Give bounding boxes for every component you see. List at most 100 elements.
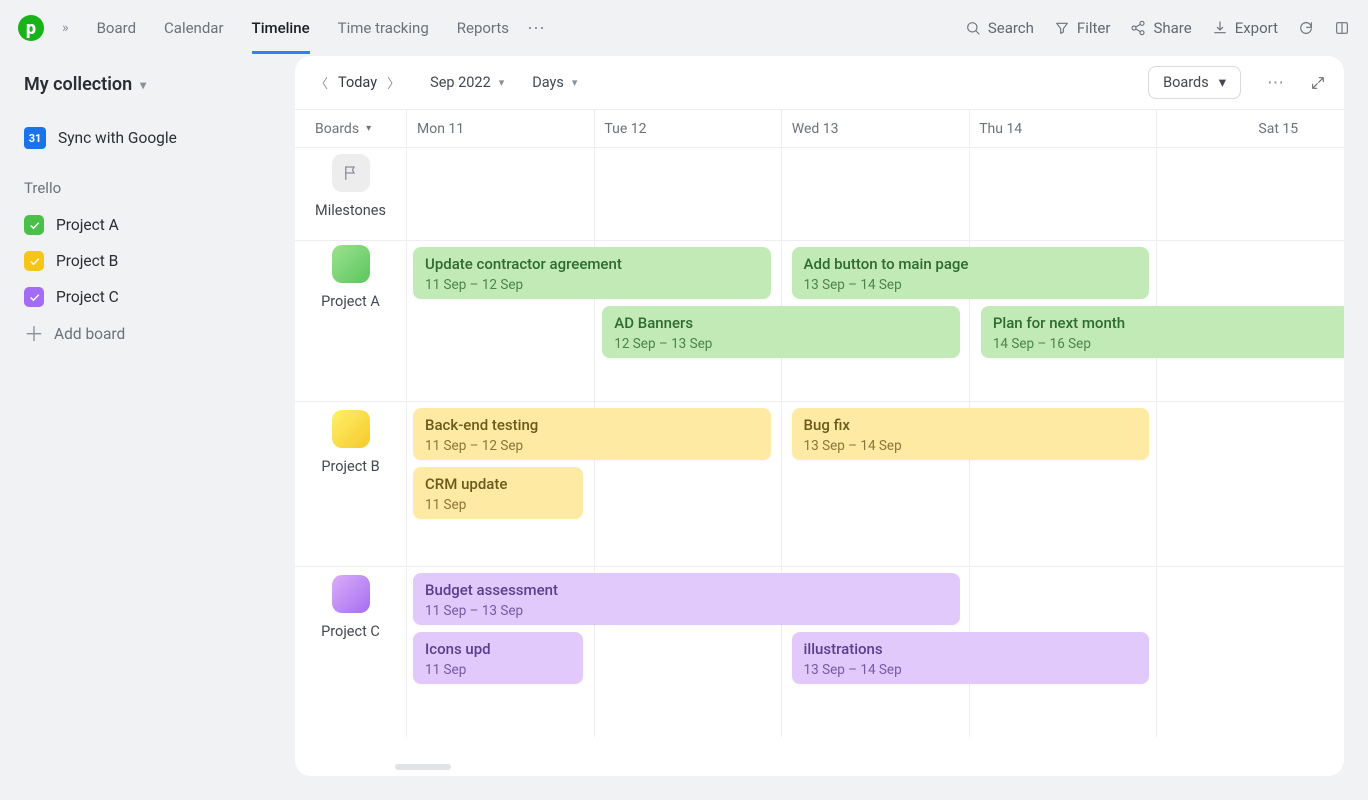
granularity-label: Days — [532, 74, 564, 91]
task-dates: 11 Sep – 12 Sep — [425, 277, 759, 293]
boards-dropdown[interactable]: Boards ▾ — [1148, 66, 1241, 99]
search-label: Search — [988, 19, 1034, 37]
day-header: Mon 11 — [417, 121, 464, 137]
rowheader-dropdown[interactable]: Boards ▾ — [295, 110, 407, 147]
task-title: Budget assessment — [425, 581, 948, 599]
search-icon — [965, 20, 981, 36]
add-board-button[interactable]: ＋ Add board — [24, 315, 273, 353]
task-card[interactable]: Add button to main page 13 Sep – 14 Sep — [792, 247, 1150, 299]
sidebar-project-project-a[interactable]: Project A — [24, 207, 273, 243]
google-calendar-icon: 31 — [24, 127, 46, 149]
month-dropdown[interactable]: Sep 2022 ▾ — [430, 74, 504, 91]
task-title: Plan for next month — [993, 314, 1344, 332]
toolbar-more-icon[interactable]: ⋯ — [1261, 69, 1290, 97]
task-title: CRM update — [425, 475, 571, 493]
project-icon — [332, 410, 370, 448]
export-icon — [1212, 20, 1228, 36]
chevron-down-icon: ▾ — [366, 123, 371, 134]
checkbox-icon — [24, 215, 44, 235]
task-dates: 13 Sep – 14 Sep — [804, 277, 1138, 293]
project-label: Project A — [56, 216, 119, 234]
search-button[interactable]: Search — [965, 19, 1034, 37]
task-card[interactable]: Budget assessment 11 Sep – 13 Sep — [413, 573, 960, 625]
collapse-sidebar-icon[interactable]: » — [56, 20, 75, 36]
task-title: illustrations — [804, 640, 1138, 658]
nav-more-icon[interactable]: ⋯ — [521, 18, 551, 39]
day-header: Tue 12 — [604, 121, 646, 137]
sidebar-project-project-c[interactable]: Project C — [24, 279, 273, 315]
project-icon — [332, 575, 370, 613]
refresh-icon — [1298, 20, 1314, 36]
collection-dropdown[interactable]: My collection ▾ — [24, 74, 273, 95]
task-dates: 14 Sep – 16 Sep — [993, 336, 1344, 352]
project-label: Project B — [56, 252, 118, 270]
nav-tab-timeline[interactable]: Timeline — [252, 3, 310, 54]
month-label: Sep 2022 — [430, 74, 491, 91]
filter-label: Filter — [1077, 19, 1111, 37]
refresh-button[interactable] — [1298, 20, 1314, 36]
task-card[interactable]: AD Banners 12 Sep – 13 Sep — [602, 306, 960, 358]
app-logo[interactable]: p — [18, 15, 44, 41]
nav-tab-calendar[interactable]: Calendar — [164, 3, 224, 54]
next-period-button[interactable]: 〉 — [385, 69, 402, 96]
chevron-down-icon: ▾ — [572, 76, 578, 89]
task-card[interactable]: Bug fix 13 Sep – 14 Sep — [792, 408, 1150, 460]
day-header: Wed 13 — [792, 121, 839, 137]
sidebar-project-project-b[interactable]: Project B — [24, 243, 273, 279]
task-title: AD Banners — [614, 314, 948, 332]
checkbox-icon — [24, 251, 44, 271]
filter-button[interactable]: Filter — [1054, 19, 1111, 37]
share-icon — [1130, 20, 1146, 36]
collection-title: My collection — [24, 74, 132, 95]
task-title: Add button to main page — [804, 255, 1138, 273]
task-card[interactable]: Plan for next month 14 Sep – 16 Sep — [981, 306, 1344, 358]
task-dates: 13 Sep – 14 Sep — [804, 438, 1138, 454]
share-label: Share — [1153, 19, 1191, 37]
layout-icon — [1334, 20, 1350, 36]
task-card[interactable]: Update contractor agreement 11 Sep – 12 S… — [413, 247, 771, 299]
nav-tab-reports[interactable]: Reports — [457, 3, 509, 54]
boards-pill-label: Boards — [1163, 74, 1209, 91]
today-button[interactable]: Today — [338, 74, 377, 91]
add-board-label: Add board — [54, 325, 125, 343]
task-card[interactable]: CRM update 11 Sep — [413, 467, 583, 519]
task-title: Icons upd — [425, 640, 571, 658]
chevron-down-icon: ▾ — [499, 76, 505, 89]
task-dates: 11 Sep – 13 Sep — [425, 603, 948, 619]
task-card[interactable]: Icons upd 11 Sep — [413, 632, 583, 684]
task-dates: 11 Sep – 12 Sep — [425, 438, 759, 454]
task-title: Update contractor agreement — [425, 255, 759, 273]
horizontal-scrollbar[interactable] — [395, 764, 451, 770]
task-title: Bug fix — [804, 416, 1138, 434]
checkbox-icon — [24, 287, 44, 307]
granularity-dropdown[interactable]: Days ▾ — [532, 74, 577, 91]
task-dates: 11 Sep — [425, 662, 571, 678]
project-icon — [332, 245, 370, 283]
nav-tab-time-tracking[interactable]: Time tracking — [338, 3, 429, 54]
layout-toggle-button[interactable] — [1334, 20, 1350, 36]
sync-google-button[interactable]: 31 Sync with Google — [24, 119, 273, 157]
sync-google-label: Sync with Google — [58, 129, 177, 147]
project-label: Project C — [56, 288, 119, 306]
share-button[interactable]: Share — [1130, 19, 1191, 37]
milestones-icon — [332, 154, 370, 192]
task-title: Back-end testing — [425, 416, 759, 434]
lane-label: Project A — [321, 293, 380, 310]
task-dates: 11 Sep — [425, 497, 571, 513]
export-button[interactable]: Export — [1212, 19, 1278, 37]
lane-label: Project B — [321, 458, 379, 475]
task-card[interactable]: illustrations 13 Sep – 14 Sep — [792, 632, 1150, 684]
milestones-label: Milestones — [315, 202, 386, 219]
trello-section-label: Trello — [24, 179, 273, 197]
filter-icon — [1054, 20, 1070, 36]
nav-tab-board[interactable]: Board — [97, 3, 136, 54]
lane-label: Project C — [321, 623, 380, 640]
task-card[interactable]: Back-end testing 11 Sep – 12 Sep — [413, 408, 771, 460]
task-dates: 12 Sep – 13 Sep — [614, 336, 948, 352]
task-dates: 13 Sep – 14 Sep — [804, 662, 1138, 678]
chevron-down-icon: ▾ — [140, 78, 146, 92]
expand-icon[interactable] — [1310, 75, 1326, 91]
plus-icon: ＋ — [24, 325, 42, 343]
export-label: Export — [1235, 19, 1278, 37]
prev-period-button[interactable]: 〈 — [313, 69, 330, 96]
